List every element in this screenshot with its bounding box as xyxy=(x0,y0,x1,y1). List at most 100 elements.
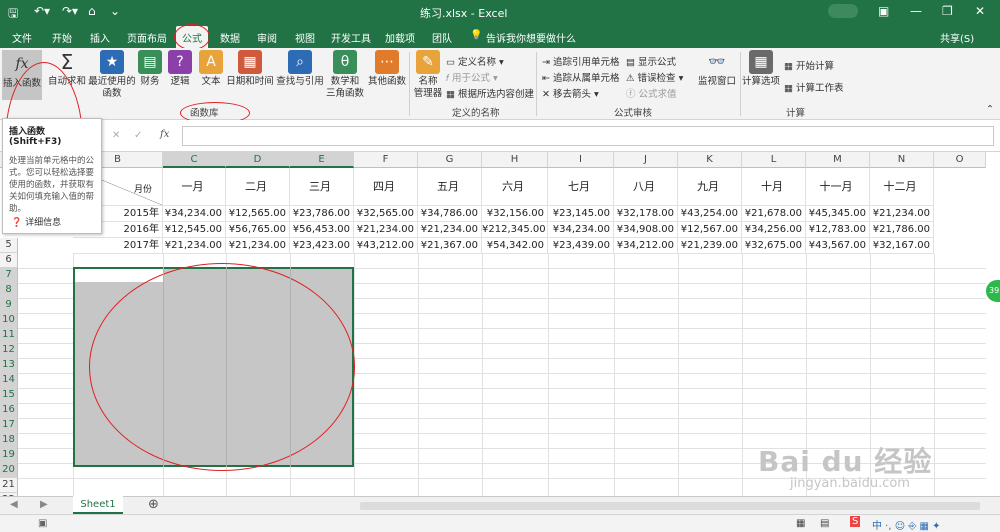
formula-input[interactable] xyxy=(182,126,994,146)
ribbon-display-icon[interactable]: ▣ xyxy=(878,4,889,18)
tab-home[interactable]: 开始 xyxy=(52,30,72,45)
cancel-icon[interactable]: ✕ xyxy=(112,130,120,141)
month-header-cell[interactable]: 三月 xyxy=(290,168,354,206)
row-header[interactable]: 9 xyxy=(0,298,18,313)
undo-icon[interactable]: ↶▾ xyxy=(34,4,50,18)
row-header[interactable]: 13 xyxy=(0,358,18,373)
row-header[interactable]: 21 xyxy=(0,478,18,493)
row-header[interactable]: 11 xyxy=(0,328,18,343)
month-header-cell[interactable]: 十一月 xyxy=(806,168,870,206)
month-header-cell[interactable]: 二月 xyxy=(226,168,290,206)
column-header[interactable]: L xyxy=(742,152,806,168)
math-trig-button[interactable]: θ 数学和 三角函数 xyxy=(325,50,365,100)
value-cell[interactable]: ¥21,367.00 xyxy=(418,238,482,254)
prev-sheet-icon[interactable]: ◀ xyxy=(10,499,18,510)
touch-mode-icon[interactable]: ⌂ xyxy=(88,4,96,18)
value-cell[interactable]: ¥21,678.00 xyxy=(742,206,806,222)
watch-window-button[interactable]: 👓 监视窗口 xyxy=(696,50,738,88)
sheet-tab[interactable]: Sheet1 xyxy=(73,496,123,514)
column-header[interactable]: M xyxy=(806,152,870,168)
column-header[interactable]: G xyxy=(418,152,482,168)
value-cell[interactable]: ¥32,565.00 xyxy=(354,206,418,222)
evaluate-formula-button[interactable]: ⓕ 公式求值 xyxy=(626,86,677,100)
share-button[interactable]: 共享(S) xyxy=(940,30,974,45)
remove-arrows-button[interactable]: ✕ 移去箭头 ▾ xyxy=(542,86,599,100)
financial-button[interactable]: ▤ 财务 xyxy=(138,50,162,88)
logical-button[interactable]: ? 逻辑 xyxy=(168,50,192,88)
restore-icon[interactable]: ❐ xyxy=(942,4,953,18)
row-header[interactable]: 12 xyxy=(0,343,18,358)
year-cell[interactable]: 2017年 xyxy=(73,238,163,254)
value-cell[interactable]: ¥43,254.00 xyxy=(678,206,742,222)
tell-me-search[interactable]: 告诉我你想要做什么 xyxy=(486,30,576,45)
close-icon[interactable]: ✕ xyxy=(975,4,985,18)
row-header[interactable]: 14 xyxy=(0,373,18,388)
tab-team[interactable]: 团队 xyxy=(432,30,452,45)
ime-status-icons[interactable]: 中 ·, ☺ ⎆ ▦ ✦ xyxy=(872,517,941,532)
month-header-cell[interactable]: 十二月 xyxy=(870,168,934,206)
ime-icon[interactable]: S xyxy=(850,516,861,527)
row-header[interactable]: 20 xyxy=(0,463,18,478)
column-header[interactable]: K xyxy=(678,152,742,168)
date-time-button[interactable]: ▦ 日期和时间 xyxy=(226,50,274,88)
create-from-selection-button[interactable]: ▦ 根据所选内容创建 xyxy=(446,86,534,100)
tab-view[interactable]: 视图 xyxy=(295,30,315,45)
month-header-cell[interactable]: 一月 xyxy=(163,168,226,206)
redo-icon[interactable]: ↷▾ xyxy=(62,4,78,18)
tell-me-more-link[interactable]: ❓ 详细信息 xyxy=(11,215,61,228)
value-cell[interactable]: ¥32,178.00 xyxy=(614,206,678,222)
column-header[interactable]: J xyxy=(614,152,678,168)
row-header[interactable]: 7 xyxy=(0,268,18,283)
column-header[interactable]: F xyxy=(354,152,418,168)
value-cell[interactable]: ¥32,675.00 xyxy=(742,238,806,254)
value-cell[interactable]: ¥23,423.00 xyxy=(290,238,354,254)
value-cell[interactable]: ¥34,212.00 xyxy=(614,238,678,254)
trace-precedents-button[interactable]: ⇥ 追踪引用单元格 xyxy=(542,54,620,68)
tab-file[interactable]: 文件 xyxy=(12,30,32,45)
horizontal-scrollbar[interactable] xyxy=(360,502,980,510)
tab-addins[interactable]: 加载项 xyxy=(385,30,415,45)
calculate-now-button[interactable]: ▦ 开始计算 xyxy=(784,58,834,72)
column-header[interactable]: O xyxy=(934,152,986,168)
enter-icon[interactable]: ✓ xyxy=(134,130,142,141)
tab-data[interactable]: 数据 xyxy=(220,30,240,45)
row-header[interactable]: 10 xyxy=(0,313,18,328)
row-header[interactable]: 17 xyxy=(0,418,18,433)
value-cell[interactable]: ¥12,545.00 xyxy=(163,222,226,238)
value-cell[interactable]: ¥21,239.00 xyxy=(678,238,742,254)
value-cell[interactable]: ¥12,565.00 xyxy=(226,206,290,222)
value-cell[interactable]: ¥56,453.00 xyxy=(290,222,354,238)
name-manager-button[interactable]: ✎ 名称 管理器 xyxy=(412,50,444,100)
month-header-cell[interactable]: 十月 xyxy=(742,168,806,206)
calculation-options-button[interactable]: ▦ 计算选项 xyxy=(742,50,780,88)
value-cell[interactable]: ¥21,786.00 xyxy=(870,222,934,238)
lookup-button[interactable]: ⌕ 查找与引用 xyxy=(276,50,324,88)
value-cell[interactable]: ¥32,167.00 xyxy=(870,238,934,254)
floating-badge[interactable]: 39 xyxy=(986,280,1000,302)
row-header[interactable]: 15 xyxy=(0,388,18,403)
value-cell[interactable]: ¥12,567.00 xyxy=(678,222,742,238)
column-header[interactable]: N xyxy=(870,152,934,168)
tab-page-layout[interactable]: 页面布局 xyxy=(127,30,167,45)
recently-used-button[interactable]: ★ 最近使用的 函数 xyxy=(88,50,136,100)
value-cell[interactable]: ¥54,342.00 xyxy=(482,238,548,254)
value-cell[interactable]: ¥34,256.00 xyxy=(742,222,806,238)
value-cell[interactable]: ¥45,345.00 xyxy=(806,206,870,222)
value-cell[interactable]: ¥34,908.00 xyxy=(614,222,678,238)
row-header[interactable]: 5 xyxy=(0,238,18,253)
calculate-sheet-button[interactable]: ▦ 计算工作表 xyxy=(784,80,844,94)
value-cell[interactable]: ¥32,156.00 xyxy=(482,206,548,222)
macro-record-icon[interactable]: ▣ xyxy=(38,518,47,529)
value-cell[interactable]: ¥21,234.00 xyxy=(354,222,418,238)
value-cell[interactable]: ¥21,234.00 xyxy=(418,222,482,238)
value-cell[interactable]: ¥34,234.00 xyxy=(548,222,614,238)
row-header[interactable]: 16 xyxy=(0,403,18,418)
value-cell[interactable]: ¥34,786.00 xyxy=(418,206,482,222)
show-formulas-button[interactable]: ▤ 显示公式 xyxy=(626,54,676,68)
use-in-formula-button[interactable]: 𝑓 用于公式 ▾ xyxy=(446,70,498,84)
tab-insert[interactable]: 插入 xyxy=(90,30,110,45)
row-header[interactable]: 8 xyxy=(0,283,18,298)
page-layout-view-icon[interactable]: ▤ xyxy=(820,518,829,529)
minimize-icon[interactable]: — xyxy=(910,4,922,18)
text-button[interactable]: A 文本 xyxy=(198,50,224,88)
